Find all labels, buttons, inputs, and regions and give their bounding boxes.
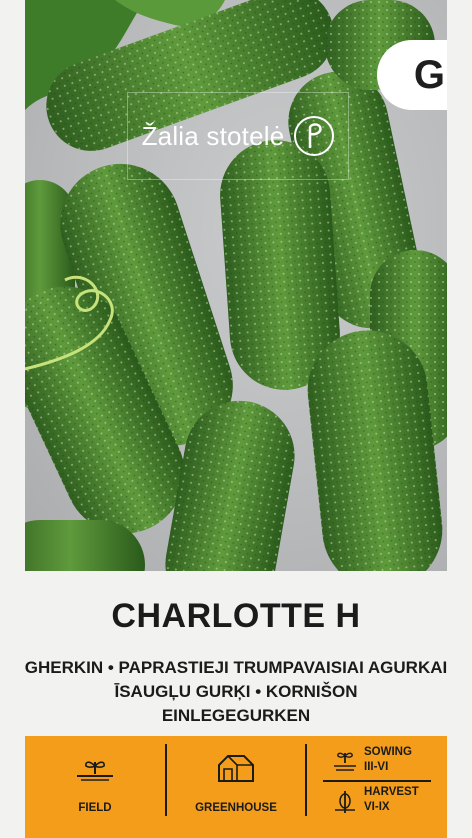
harvest-period: VI-IX	[364, 801, 390, 813]
field-cell: FIELD	[25, 736, 165, 838]
product-photo: Žalia stotelė G	[25, 0, 447, 571]
harvest-icon	[335, 791, 355, 813]
sowing-row: SOWING III-VI	[323, 744, 433, 780]
category-badge: G	[377, 40, 447, 110]
greenhouse-icon	[218, 755, 254, 782]
greenhouse-label: GREENHOUSE	[195, 802, 277, 814]
subtitle-line: EINLEGEGURKEN	[161, 706, 311, 725]
harvest-row: HARVEST VI-IX	[323, 784, 433, 820]
brand-logo-box: Žalia stotelė	[127, 92, 349, 180]
divider	[305, 744, 307, 816]
subtitle-line: ĪSAUGĻU GURĶI • KORNIŠON	[114, 682, 358, 701]
sowing-period: III-VI	[364, 761, 389, 773]
divider	[323, 780, 431, 782]
sowing-icon	[334, 752, 356, 771]
field-icon	[77, 761, 113, 781]
brand-name: Žalia stotelė	[141, 120, 285, 151]
product-subtitle: GHERKIN • PAPRASTIEJI TRUMPAVAISIAI AGUR…	[0, 656, 472, 728]
brand-mark-icon	[294, 116, 335, 156]
field-label: FIELD	[78, 802, 112, 814]
harvest-label: HARVEST	[364, 786, 419, 798]
product-title: CHARLOTTE H	[111, 597, 361, 635]
category-letter: G	[413, 52, 445, 97]
subtitle-line: GHERKIN • PAPRASTIEJI TRUMPAVAISIAI AGUR…	[24, 658, 448, 677]
greenhouse-cell: GREENHOUSE	[167, 736, 305, 838]
growing-info-panel: FIELD GREENHOUSE SOWING III-VI HARVEST V…	[25, 736, 447, 838]
sowing-label: SOWING	[364, 746, 412, 758]
